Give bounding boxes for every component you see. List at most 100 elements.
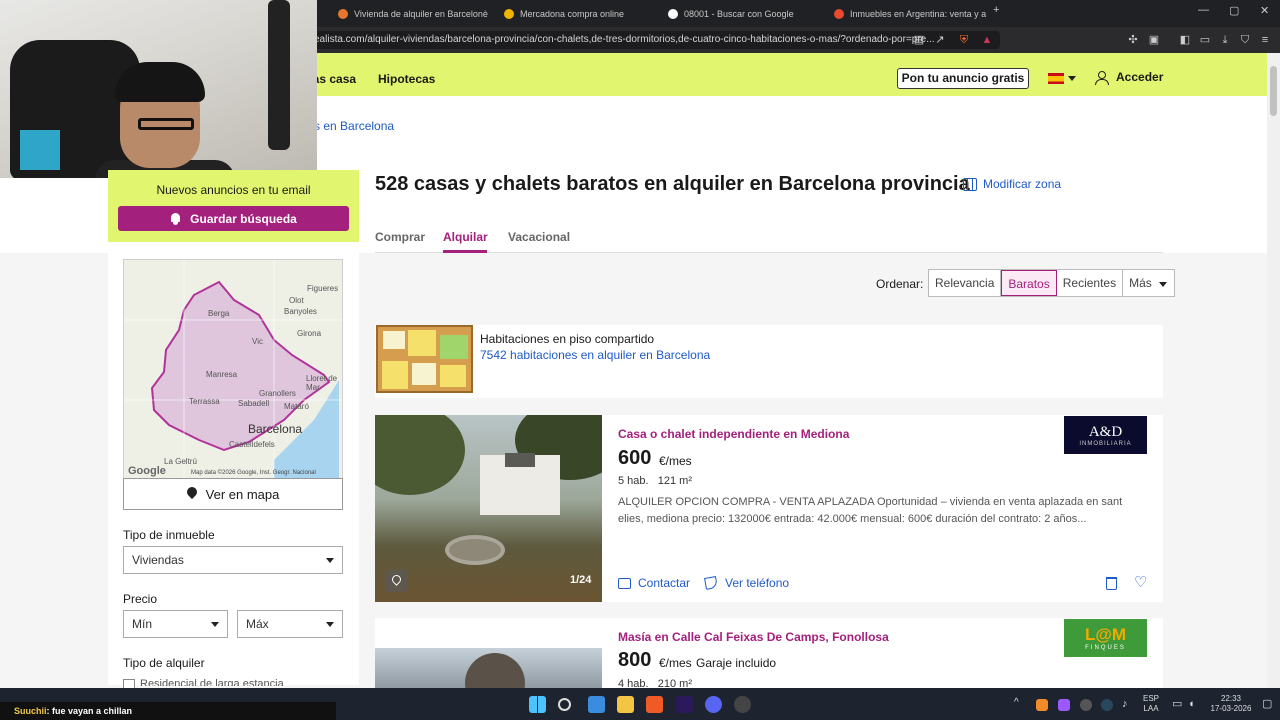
browser-tab[interactable]: Vivienda de alquiler en Barcelonès - I [330,3,488,25]
google-logo: Google [128,465,166,477]
steam-icon[interactable] [1101,699,1113,711]
new-tab-icon[interactable]: + [993,4,999,16]
sort-baratos[interactable]: Baratos [1001,270,1057,296]
windows-start-icon[interactable] [529,696,546,713]
tab-comprar[interactable]: Comprar [375,230,425,244]
minimize-icon[interactable]: — [1198,4,1209,16]
menu-icon[interactable]: ≡ [1258,33,1272,47]
property-type-select[interactable]: Viviendas [123,546,343,574]
contact-button[interactable]: Contactar [618,576,690,590]
view-map-button[interactable]: Ver en mapa [123,478,343,510]
network-icon[interactable]: ▭ [1172,699,1182,710]
file-explorer-icon[interactable] [617,696,634,713]
sort-label: Ordenar: [876,277,924,291]
nav-link-hipotecas[interactable]: Hipotecas [378,72,435,86]
reader-icon[interactable]: ▤ [912,33,926,47]
note-shape [440,335,468,359]
promo-link[interactable]: 7542 habitaciones en alquiler en Barcelo… [480,348,710,362]
browser-tab[interactable]: Inmuebles en Argentina: venta y alq ✕ [826,3,986,25]
share-icon[interactable]: ↗ [933,33,947,47]
rewards-icon[interactable]: ▲ [980,33,994,47]
clock[interactable]: 22:33 17-03-2026 [1206,694,1256,714]
map-place-label: Lloret de Mar [306,374,338,392]
chevron-down-icon [211,622,219,627]
user-icon [1095,70,1109,85]
browser-tab[interactable]: Mercadona compra online [496,3,656,25]
map-place-label: Manresa [206,370,238,379]
photos-icon[interactable] [588,696,605,713]
wallet-icon[interactable]: ▭ [1198,33,1212,47]
browser-tab[interactable]: 08001 - Buscar con Google [660,3,822,25]
obs-icon[interactable] [734,696,751,713]
download-icon[interactable]: ⤓ [1218,33,1232,47]
agency-logo[interactable]: A&D INMOBILIARIA [1064,416,1147,454]
photo-counter: 1/24 [570,574,592,586]
listing-title[interactable]: Masía en Calle Cal Feixas De Camps, Fono… [618,630,889,644]
language-indicator[interactable]: ESP LAA [1140,694,1162,714]
tab-search-icon[interactable]: ▣ [1147,33,1161,47]
listing-description: ALQUILER OPCION COMPRA - VENTA APLAZADA … [618,496,1123,525]
price-min-select[interactable]: Mín [123,610,228,638]
login-button[interactable]: Acceder [1095,70,1163,85]
contact-label: Contactar [638,576,691,590]
url-field[interactable]: ealista.com/alquiler-viviendas/barcelona… [310,31,1000,49]
map-place-label: Granollers [259,389,296,398]
discord-icon[interactable] [705,696,722,713]
tray-app-icon[interactable] [1036,699,1048,711]
page-scrollbar[interactable] [1267,53,1280,688]
vpn-icon[interactable]: ⛉ [1238,33,1252,47]
maximize-icon[interactable]: ▢ [1229,4,1239,17]
heart-icon[interactable]: ♡ [1134,575,1147,590]
sort-mas[interactable]: Más [1123,270,1174,296]
listing-photo[interactable] [375,648,602,688]
premiere-icon[interactable] [676,696,693,713]
close-window-icon[interactable]: ✕ [1260,4,1269,17]
map-place-label: Terrassa [189,397,220,406]
map-icon [963,177,977,191]
sort-mas-label: Más [1129,276,1152,290]
volume-icon[interactable]: ◖ [1188,699,1195,710]
sort-relevancia[interactable]: Relevancia [929,270,1002,296]
listing-title[interactable]: Casa o chalet independiente en Mediona [618,427,849,441]
location-pin-icon[interactable] [385,570,407,592]
brave-browser-icon[interactable] [646,696,663,713]
tab-vacacional[interactable]: Vacacional [508,230,570,244]
tab-favicon-icon [668,9,678,19]
brave-shield-icon[interactable]: ⛨ [957,33,971,47]
promo-title: Habitaciones en piso compartido [480,332,655,346]
publish-ad-button[interactable]: Pon tu anuncio gratis [897,68,1029,89]
tab-alquilar[interactable]: Alquilar [443,230,488,244]
map-pin-icon [187,487,197,501]
sidebar-icon[interactable]: ◧ [1178,33,1192,47]
modify-zone-label: Modificar zona [983,177,1062,191]
agency-logo[interactable]: L@M FINQUES [1064,619,1147,657]
tray-app-icon[interactable] [1058,699,1070,711]
view-phone-button[interactable]: Ver teléfono [704,576,789,590]
tab-title: Inmuebles en Argentina: venta y alq [850,9,986,19]
scrollbar-thumb[interactable] [1270,66,1277,116]
map-place-label: Figueres [307,284,339,293]
modify-zone-link[interactable]: Modificar zona [963,177,1061,191]
agency-logo-sub: FINQUES [1085,645,1126,651]
spain-flag-icon[interactable] [1048,73,1064,84]
listing-photo[interactable] [375,415,602,602]
search-icon[interactable] [558,698,571,711]
breadcrumb[interactable]: s en Barcelona [314,119,394,133]
tray-app-icon[interactable] [1080,699,1092,711]
extensions-icon[interactable]: ✣ [1126,33,1140,47]
sort-recientes[interactable]: Recientes [1057,270,1124,296]
tab-title: 08001 - Buscar con Google [684,9,794,19]
trash-icon[interactable] [1106,577,1117,590]
promo-image [376,325,473,393]
page-title: 528 casas y chalets baratos en alquiler … [375,173,970,195]
save-search-button[interactable]: Guardar búsqueda [118,206,349,231]
tab-favicon-icon [834,9,844,19]
notification-icon[interactable]: ▢ [1262,699,1272,710]
tab-title: Mercadona compra online [520,9,625,19]
search-map[interactable]: Figueres Olot Berga Banyoles Girona Vic … [123,259,343,479]
tray-chevron-icon[interactable]: ^ [1014,698,1019,708]
price-max-select[interactable]: Máx [237,610,343,638]
chevron-down-icon[interactable] [1068,76,1076,81]
rental-type-option[interactable]: Residencial de larga estancia [140,678,284,686]
microphone-icon[interactable]: ♪ [1122,699,1128,710]
